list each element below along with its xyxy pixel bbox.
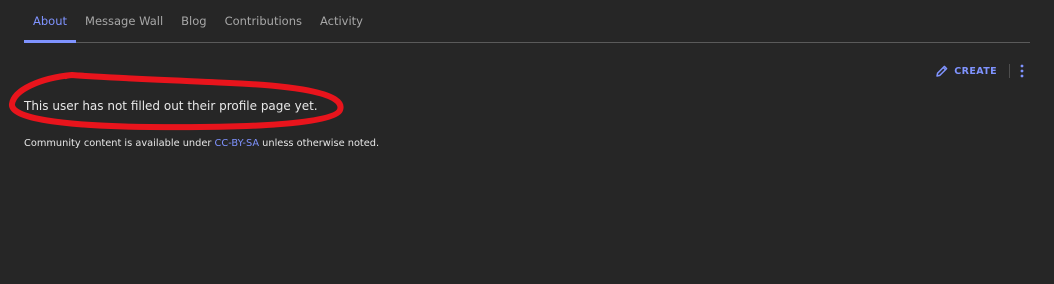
license-suffix: unless otherwise noted.: [259, 138, 380, 149]
create-button[interactable]: CREATE: [935, 64, 997, 78]
cc-by-sa-link[interactable]: CC-BY-SA: [215, 138, 260, 149]
tab-about[interactable]: About: [24, 12, 77, 43]
profile-tabs: About Message Wall Blog Contributions Ac…: [24, 0, 1030, 43]
more-options-button[interactable]: [1020, 64, 1024, 78]
tab-blog[interactable]: Blog: [172, 12, 215, 42]
pencil-icon: [936, 65, 948, 77]
tab-message-wall[interactable]: Message Wall: [76, 12, 172, 42]
create-label: CREATE: [954, 65, 997, 77]
license-prefix: Community content is available under: [24, 138, 215, 149]
actions-divider: [1009, 64, 1010, 78]
tab-contributions[interactable]: Contributions: [216, 12, 311, 42]
license-footer: Community content is available under CC-…: [24, 138, 379, 149]
kebab-menu-icon: [1020, 64, 1024, 78]
tab-activity[interactable]: Activity: [311, 12, 372, 42]
profile-empty-message: This user has not filled out their profi…: [24, 99, 318, 113]
user-profile-page: About Message Wall Blog Contributions Ac…: [0, 0, 1054, 284]
page-actions: CREATE: [935, 64, 1024, 78]
